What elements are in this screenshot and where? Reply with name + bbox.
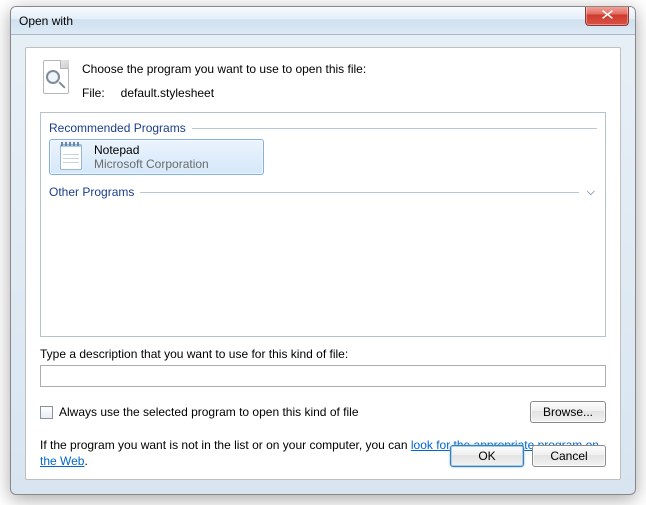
- button-label: OK: [478, 449, 495, 463]
- chevron-down-icon: ⌵: [585, 186, 597, 199]
- dialog-window: Open with Choose the program you want to…: [10, 6, 636, 495]
- header-row: Choose the program you want to use to op…: [40, 60, 606, 100]
- program-item-notepad[interactable]: Notepad Microsoft Corporation: [49, 139, 264, 175]
- other-programs-header[interactable]: Other Programs ⌵: [49, 185, 597, 199]
- close-button[interactable]: [585, 6, 629, 26]
- section-label: Recommended Programs: [49, 121, 186, 135]
- header-text: Choose the program you want to use to op…: [82, 60, 606, 100]
- description-label: Type a description that you want to use …: [40, 347, 606, 361]
- divider: [192, 128, 597, 129]
- section-label: Other Programs: [49, 185, 134, 199]
- program-publisher: Microsoft Corporation: [94, 157, 209, 171]
- hint-prefix: If the program you want is not in the li…: [40, 438, 411, 452]
- divider: [140, 192, 578, 193]
- close-icon: [601, 9, 614, 23]
- hint-suffix: .: [84, 454, 87, 468]
- program-name: Notepad: [94, 143, 209, 157]
- ok-button[interactable]: OK: [450, 445, 524, 467]
- titlebar[interactable]: Open with: [11, 7, 635, 35]
- file-name: default.stylesheet: [121, 86, 214, 100]
- notepad-icon: [56, 142, 86, 172]
- program-list: Recommended Programs Notepad Microsoft C…: [40, 112, 606, 337]
- choose-program-label: Choose the program you want to use to op…: [82, 62, 606, 76]
- unknown-file-icon: [40, 60, 72, 100]
- button-label: Cancel: [550, 449, 587, 463]
- button-label: Browse...: [543, 405, 593, 419]
- recommended-programs-header: Recommended Programs: [49, 121, 597, 135]
- browse-button[interactable]: Browse...: [530, 401, 606, 423]
- dialog-body: Choose the program you want to use to op…: [25, 47, 621, 480]
- window-title: Open with: [19, 14, 73, 28]
- always-use-label: Always use the selected program to open …: [59, 405, 359, 419]
- file-label: File:: [82, 86, 105, 100]
- cancel-button[interactable]: Cancel: [532, 445, 606, 467]
- always-use-checkbox[interactable]: Always use the selected program to open …: [40, 405, 359, 419]
- checkbox-icon: [40, 406, 53, 419]
- description-input[interactable]: [40, 365, 606, 387]
- dialog-footer: OK Cancel: [450, 445, 606, 467]
- program-text: Notepad Microsoft Corporation: [94, 143, 209, 171]
